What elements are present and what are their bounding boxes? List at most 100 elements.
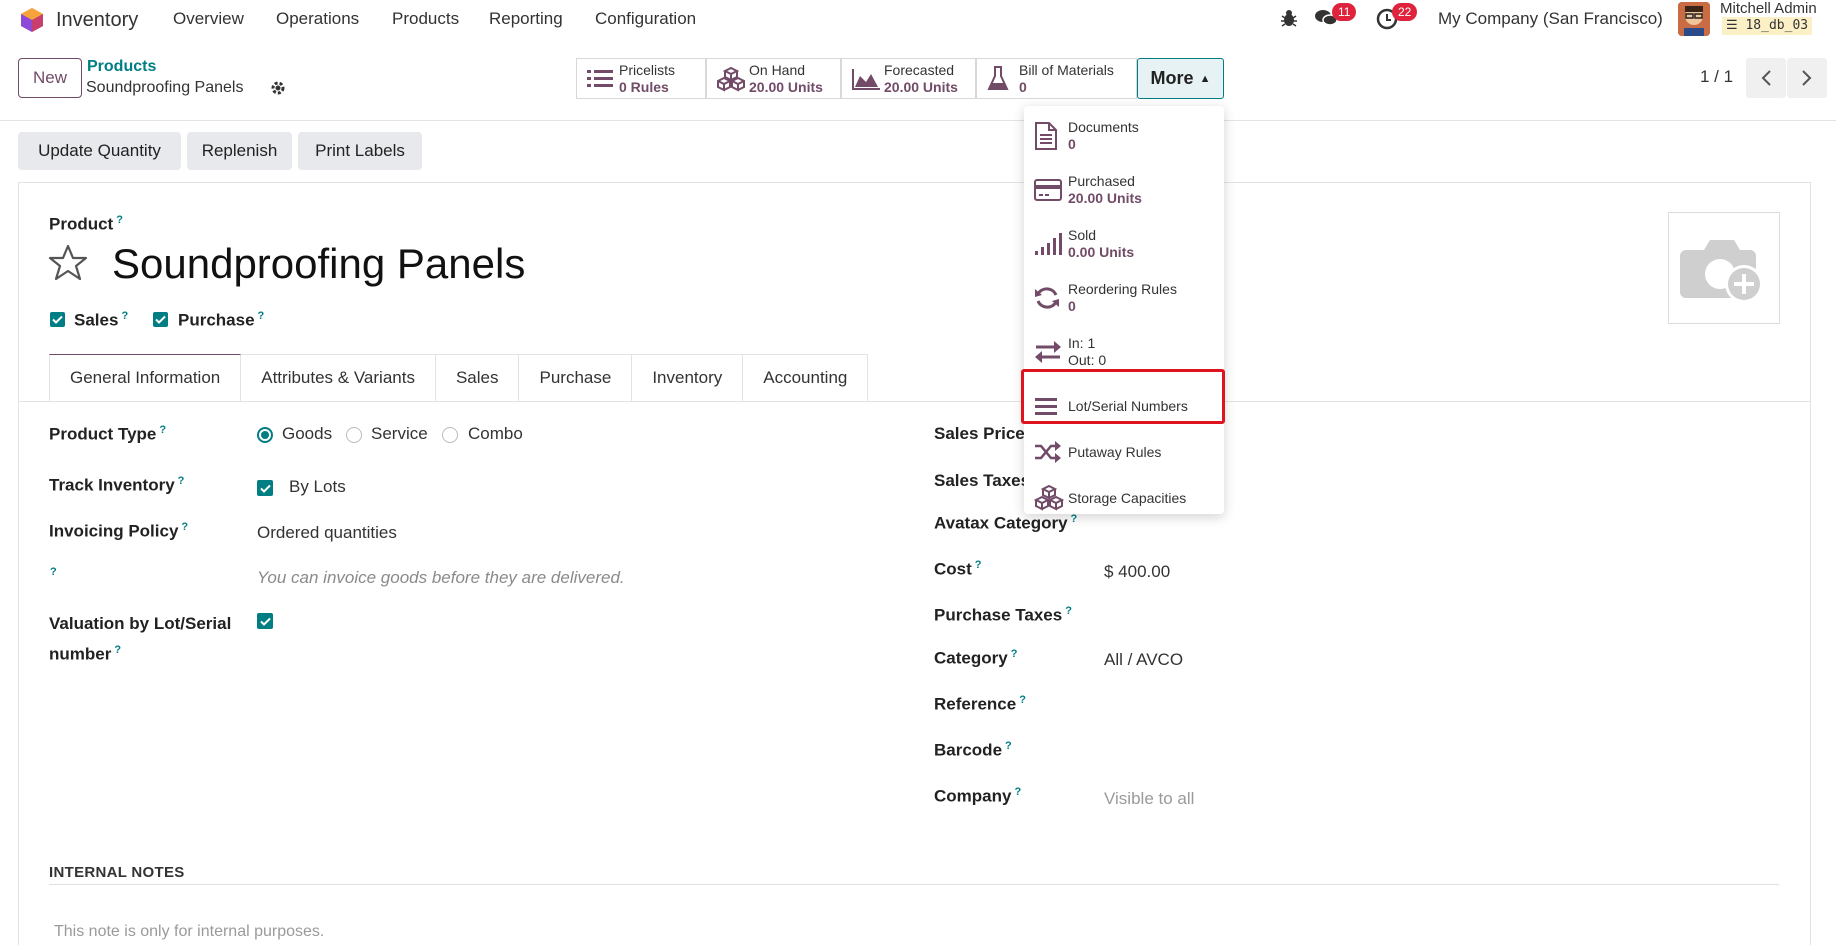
exchange-icon bbox=[1034, 341, 1062, 363]
smart-button-value: 0 Rules bbox=[619, 78, 669, 95]
company-label: Company? bbox=[934, 786, 1022, 806]
sales-checkbox[interactable] bbox=[50, 312, 65, 327]
smart-button-value: 20.00 Units bbox=[884, 78, 958, 95]
database-icon: ☰ bbox=[1726, 18, 1738, 33]
dropdown-item-in: In: 1 bbox=[1068, 335, 1096, 351]
bug-icon[interactable] bbox=[1280, 8, 1298, 28]
smart-button-label: Pricelists bbox=[619, 61, 676, 78]
internal-notes-divider bbox=[49, 884, 1779, 885]
pager-previous-button[interactable] bbox=[1746, 58, 1786, 98]
purchase-checkbox-label: Purchase? bbox=[178, 310, 265, 330]
dropdown-item-label: Storage Capacities bbox=[1068, 489, 1187, 506]
user-avatar[interactable] bbox=[1678, 2, 1710, 36]
dropdown-item-reordering-rules[interactable]: Reordering Rules 0 bbox=[1024, 276, 1224, 320]
dropdown-item-storage-capacities[interactable]: Storage Capacities bbox=[1024, 476, 1224, 520]
random-icon bbox=[1034, 441, 1062, 463]
barcode-label: Barcode? bbox=[934, 740, 1012, 760]
smart-button-value: 0 bbox=[1019, 78, 1027, 95]
menu-operations[interactable]: Operations bbox=[276, 9, 359, 29]
tab-general-information[interactable]: General Information bbox=[49, 354, 242, 402]
internal-notes-field[interactable]: This note is only for internal purposes. bbox=[54, 923, 324, 941]
product-name-field[interactable]: Soundproofing Panels bbox=[112, 240, 525, 288]
product-type-service-label: Service bbox=[371, 424, 428, 443]
product-image-upload[interactable] bbox=[1668, 212, 1780, 324]
dropdown-item-putaway-rules[interactable]: Putaway Rules bbox=[1024, 430, 1224, 474]
caret-up-icon: ▲ bbox=[1199, 72, 1211, 85]
dropdown-item-documents[interactable]: Documents 0 bbox=[1024, 114, 1224, 158]
replenish-button[interactable]: Replenish bbox=[187, 132, 292, 170]
reference-label: Reference? bbox=[934, 694, 1026, 714]
dropdown-item-sold[interactable]: Sold 0.00 Units bbox=[1024, 222, 1224, 266]
track-inventory-checkbox[interactable] bbox=[257, 480, 273, 496]
product-type-goods-radio[interactable] bbox=[257, 427, 273, 443]
company-switcher[interactable]: My Company (San Francisco) bbox=[1438, 9, 1663, 29]
print-labels-button[interactable]: Print Labels bbox=[298, 132, 422, 170]
dropdown-item-label: Documents bbox=[1068, 119, 1139, 135]
smart-button-on-hand[interactable]: On Hand 20.00 Units bbox=[706, 58, 841, 99]
cubes-icon bbox=[1034, 484, 1064, 512]
top-navbar: Inventory Overview Operations Products R… bbox=[0, 0, 1836, 38]
signal-icon bbox=[1034, 232, 1062, 256]
purchase-taxes-label: Purchase Taxes? bbox=[934, 605, 1072, 625]
menu-products[interactable]: Products bbox=[392, 9, 459, 29]
valuation-label: Valuation by Lot/Serial number? bbox=[49, 614, 232, 664]
dropdown-item-value: 0 bbox=[1068, 298, 1076, 314]
internal-notes-title: INTERNAL NOTES bbox=[49, 864, 185, 881]
menu-overview[interactable]: Overview bbox=[173, 9, 244, 29]
category-value[interactable]: All / AVCO bbox=[1104, 650, 1183, 670]
company-field[interactable]: Visible to all bbox=[1104, 789, 1194, 809]
chevron-right-icon bbox=[1802, 70, 1812, 86]
dropdown-item-out: Out: 0 bbox=[1068, 352, 1107, 368]
gear-icon[interactable] bbox=[270, 80, 286, 96]
smart-button-pricelists[interactable]: Pricelists 0 Rules bbox=[576, 58, 706, 99]
cost-value[interactable]: $ 400.00 bbox=[1104, 562, 1170, 582]
update-quantity-button[interactable]: Update Quantity bbox=[18, 132, 181, 170]
more-button[interactable]: More ▲ bbox=[1137, 58, 1224, 99]
new-button[interactable]: New bbox=[18, 58, 82, 98]
invoicing-policy-label: Invoicing Policy? bbox=[49, 521, 189, 541]
app-name[interactable]: Inventory bbox=[56, 9, 138, 32]
tab-attributes-variants[interactable]: Attributes & Variants bbox=[241, 354, 436, 402]
smart-button-bill-of-materials[interactable]: Bill of Materials 0 bbox=[976, 58, 1137, 99]
form-tabs: General Information Attributes & Variant… bbox=[49, 354, 869, 402]
credit-card-icon bbox=[1034, 179, 1062, 201]
database-name: 18_db_03 bbox=[1745, 18, 1809, 33]
valuation-checkbox[interactable] bbox=[257, 613, 273, 629]
camera-plus-icon bbox=[1680, 240, 1763, 303]
breadcrumb-current: Soundproofing Panels bbox=[86, 79, 244, 96]
dropdown-item-purchased[interactable]: Purchased 20.00 Units bbox=[1024, 168, 1224, 212]
tab-sales[interactable]: Sales bbox=[435, 354, 520, 402]
menu-configuration[interactable]: Configuration bbox=[595, 9, 696, 29]
odoo-app-logo-icon[interactable] bbox=[20, 7, 44, 33]
tab-inventory[interactable]: Inventory bbox=[632, 354, 744, 402]
dropdown-item-in-out[interactable]: In: 1 Out: 0 bbox=[1024, 330, 1224, 374]
pager-value[interactable]: 1 / 1 bbox=[1700, 67, 1733, 87]
product-type-combo-label: Combo bbox=[468, 424, 523, 443]
tab-purchase[interactable]: Purchase bbox=[519, 354, 633, 402]
product-label: Product? bbox=[49, 214, 123, 234]
track-inventory-label: Track Inventory? bbox=[49, 475, 185, 495]
invoicing-policy-value[interactable]: Ordered quantities bbox=[257, 523, 397, 543]
product-type-combo-radio[interactable] bbox=[442, 427, 458, 443]
list-icon bbox=[587, 68, 613, 90]
dropdown-item-value: 20.00 Units bbox=[1068, 190, 1142, 206]
breadcrumb-products[interactable]: Products bbox=[87, 58, 156, 76]
user-name[interactable]: Mitchell Admin bbox=[1720, 0, 1817, 17]
help-icon[interactable]: ? bbox=[50, 566, 57, 578]
messages-count-badge: 11 bbox=[1332, 3, 1357, 21]
track-inventory-value[interactable]: By Lots bbox=[289, 477, 346, 497]
pager-next-button[interactable] bbox=[1787, 58, 1827, 98]
smart-button-label: Bill of Materials bbox=[1019, 61, 1114, 78]
highlight-box bbox=[1021, 369, 1225, 424]
product-type-service-radio[interactable] bbox=[346, 427, 362, 443]
favorite-star-icon[interactable] bbox=[48, 244, 88, 282]
dropdown-item-label: Putaway Rules bbox=[1068, 443, 1162, 460]
smart-button-forecasted[interactable]: Forecasted 20.00 Units bbox=[841, 58, 976, 99]
tab-accounting[interactable]: Accounting bbox=[743, 354, 869, 402]
purchase-checkbox[interactable] bbox=[153, 312, 168, 327]
more-dropdown-menu: Documents 0 Purchased 20.00 Units Sold 0.00… bbox=[1024, 106, 1224, 514]
menu-reporting[interactable]: Reporting bbox=[489, 9, 563, 29]
invoicing-hint: You can invoice goods before they are de… bbox=[257, 568, 625, 587]
database-tag: ☰ 18_db_03 bbox=[1722, 17, 1813, 35]
dropdown-item-label: Sold bbox=[1068, 227, 1097, 243]
